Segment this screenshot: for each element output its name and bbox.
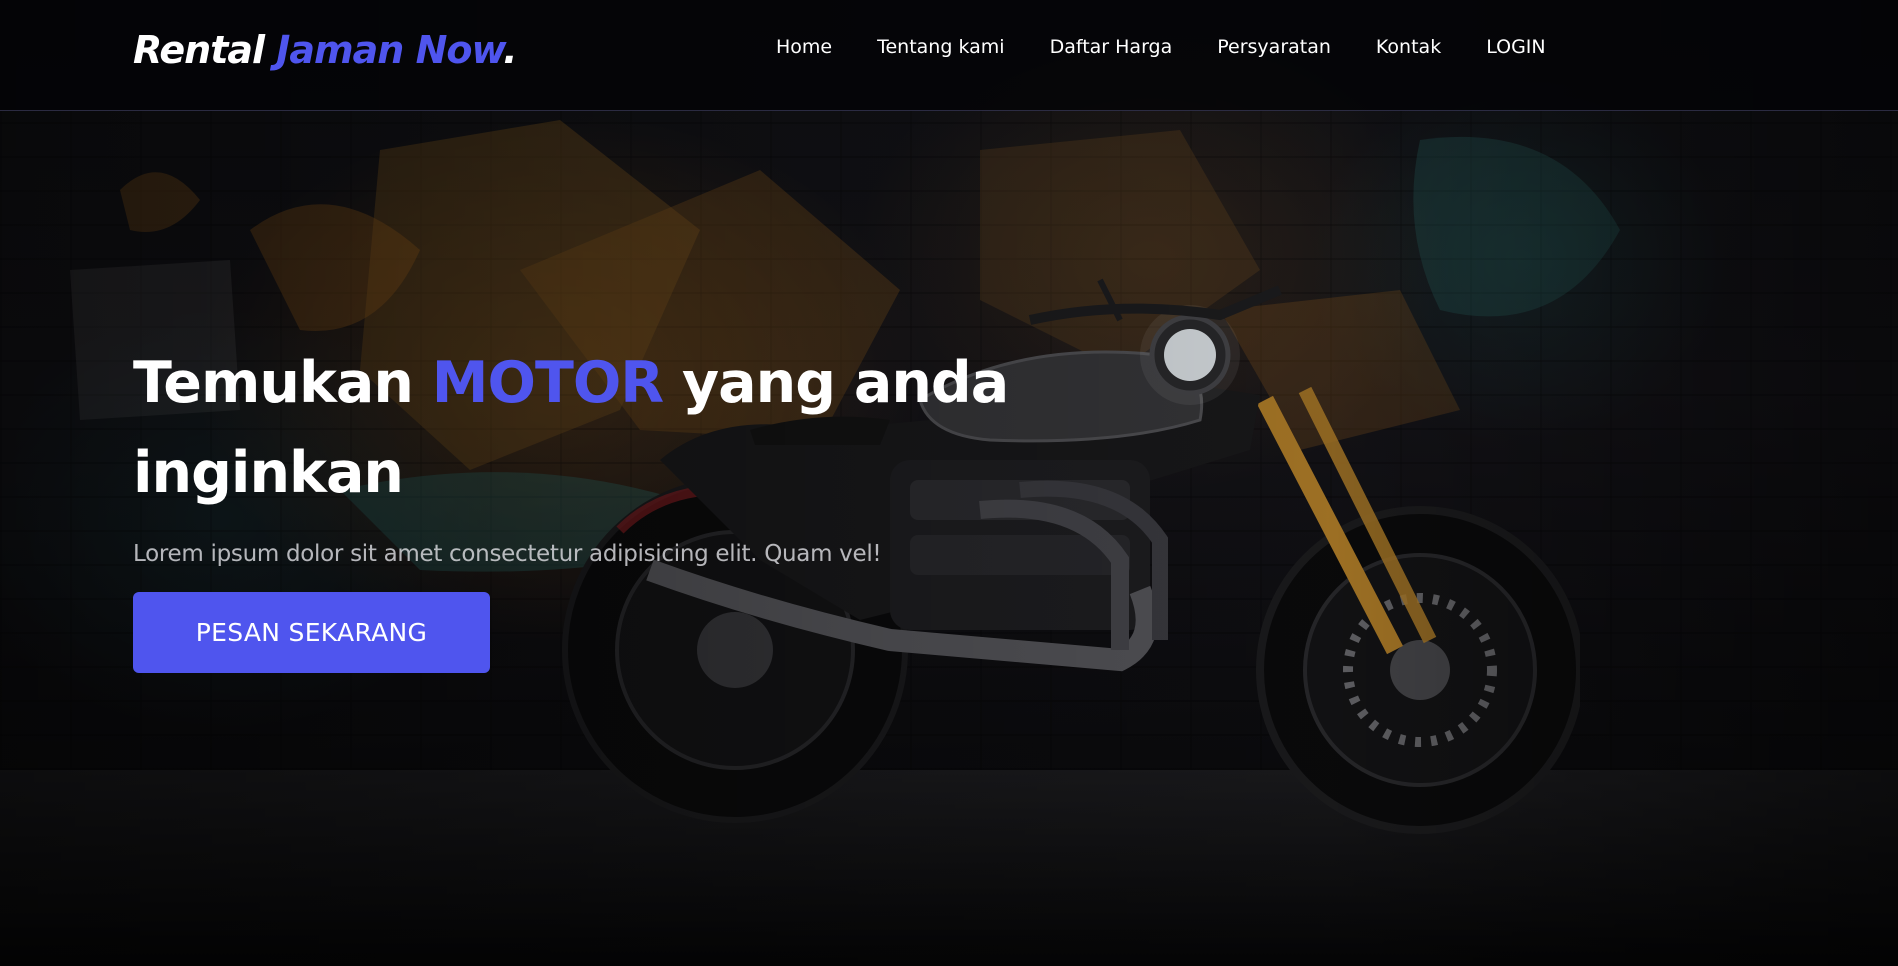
nav-menu: Home Tentang kami Daftar Harga Persyarat… bbox=[776, 36, 1591, 58]
brand-name-accent: Jaman Now bbox=[276, 28, 504, 72]
order-now-button[interactable]: PESAN SEKARANG bbox=[133, 592, 490, 673]
nav-link-login[interactable]: LOGIN bbox=[1486, 36, 1545, 58]
hero-subtitle: Lorem ipsum dolor sit amet consectetur a… bbox=[133, 541, 882, 567]
nav-link-contact[interactable]: Kontak bbox=[1376, 36, 1441, 58]
nav-item-pricing: Daftar Harga bbox=[1050, 36, 1173, 58]
brand-dot: . bbox=[503, 28, 517, 72]
navbar: Rental Jaman Now. Home Tentang kami Daft… bbox=[0, 0, 1898, 111]
nav-link-about[interactable]: Tentang kami bbox=[877, 36, 1004, 58]
hero-headline: Temukan MOTOR yang anda inginkan bbox=[133, 338, 1073, 518]
nav-item-requirements: Persyaratan bbox=[1217, 36, 1331, 58]
headline-part1: Temukan bbox=[133, 350, 414, 416]
nav-link-home[interactable]: Home bbox=[776, 36, 832, 58]
nav-link-requirements[interactable]: Persyaratan bbox=[1217, 36, 1331, 58]
headline-accent: MOTOR bbox=[431, 350, 664, 416]
brand-logo[interactable]: Rental Jaman Now. bbox=[133, 28, 518, 72]
nav-item-contact: Kontak bbox=[1376, 36, 1441, 58]
nav-item-home: Home bbox=[776, 36, 832, 58]
nav-link-pricing[interactable]: Daftar Harga bbox=[1050, 36, 1173, 58]
brand-name: Rental bbox=[133, 28, 265, 72]
nav-item-about: Tentang kami bbox=[877, 36, 1004, 58]
nav-item-login: LOGIN bbox=[1486, 36, 1545, 58]
hero-section: Rental Jaman Now. Home Tentang kami Daft… bbox=[0, 0, 1898, 966]
